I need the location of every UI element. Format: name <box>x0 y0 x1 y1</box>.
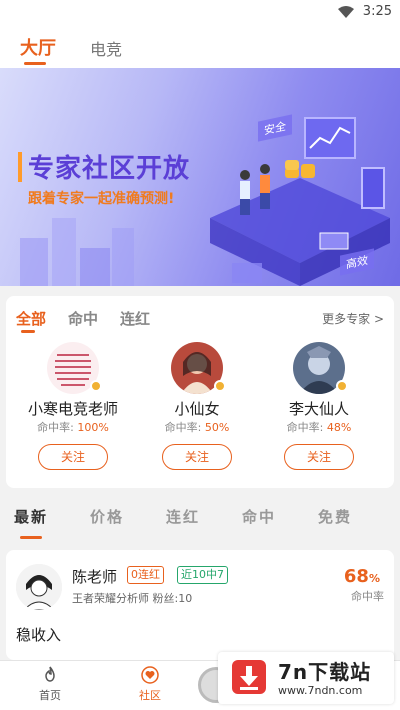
heart-icon <box>141 666 159 684</box>
status-time: 3:25 <box>362 4 392 19</box>
filter-tab-streak[interactable]: 连红 <box>120 308 150 329</box>
promo-banner[interactable]: 专家社区开放 跟着专家一起准确预测! 安全 高效 <box>0 68 400 286</box>
experts-panel: 全部 命中 连红 更多专家 > 小寒电竞老师 命中率: 100% 关注 小仙女 … <box>6 296 394 488</box>
nav-community[interactable]: 社区 <box>120 665 180 703</box>
sort-tab-streak[interactable]: 连红 <box>166 506 200 527</box>
medal-icon <box>336 380 348 392</box>
expert-name: 李大仙人 <box>288 400 349 418</box>
expert-card[interactable]: 李大仙人 命中率: 48% 关注 <box>260 340 378 480</box>
wifi-icon <box>338 6 354 18</box>
filter-tab-hit[interactable]: 命中 <box>68 308 98 329</box>
tab-esports[interactable]: 电竞 <box>90 36 122 60</box>
post-card[interactable]: 陈老师 0连红 近10中7 王者荣耀分析师 粉丝:10 68% 命中率 稳收入 <box>6 550 394 660</box>
watermark-url: www.7ndn.com <box>278 684 363 697</box>
post-title: 稳收入 <box>16 626 62 644</box>
hit-rate-label: 命中率 <box>351 590 384 603</box>
avatar <box>16 564 62 610</box>
tab-active-indicator <box>24 62 46 65</box>
sort-tabs: 最新 价格 连红 命中 免费 <box>0 496 400 539</box>
streak-badge: 0连红 <box>127 566 164 584</box>
author-name: 陈老师 <box>72 568 118 586</box>
nav-home-label: 首页 <box>39 689 61 702</box>
filter-tab-all[interactable]: 全部 <box>16 308 46 329</box>
author-description: 王者荣耀分析师 粉丝:10 <box>72 592 193 605</box>
banner-title-bar <box>18 152 22 182</box>
sort-tab-indicator <box>20 536 42 539</box>
sort-tab-price[interactable]: 价格 <box>90 506 124 527</box>
expert-card[interactable]: 小仙女 命中率: 50% 关注 <box>138 340 256 480</box>
tab-hall[interactable]: 大厅 <box>20 34 56 60</box>
expert-name: 小仙女 <box>174 400 220 418</box>
expert-rate: 命中率: 100% <box>37 421 109 434</box>
medal-icon <box>214 380 226 392</box>
recent-record-badge: 近10中7 <box>177 566 228 584</box>
sort-tab-hit[interactable]: 命中 <box>242 506 276 527</box>
expert-rate: 命中率: 50% <box>164 421 230 434</box>
medal-icon <box>90 380 102 392</box>
download-icon <box>232 660 266 694</box>
expert-card[interactable]: 小寒电竞老师 命中率: 100% 关注 <box>14 340 132 480</box>
banner-subtitle: 跟着专家一起准确预测! <box>28 191 175 207</box>
filter-tab-indicator <box>21 330 35 333</box>
more-experts-link[interactable]: 更多专家 > <box>322 310 384 327</box>
expert-name: 小寒电竞老师 <box>27 400 118 418</box>
follow-button[interactable]: 关注 <box>162 444 232 470</box>
nav-home[interactable]: 首页 <box>20 665 80 703</box>
top-nav: 大厅 电竞 <box>0 26 400 68</box>
banner-title: 专家社区开放 <box>28 154 191 184</box>
expert-rate: 命中率: 48% <box>286 421 352 434</box>
follow-button[interactable]: 关注 <box>38 444 108 470</box>
nav-community-label: 社区 <box>139 689 161 702</box>
watermark-brand: 7n下载站 <box>278 660 372 684</box>
hit-rate-value: 68% <box>343 566 380 587</box>
sort-tab-latest[interactable]: 最新 <box>14 506 48 527</box>
flame-icon <box>45 666 55 682</box>
follow-button[interactable]: 关注 <box>284 444 354 470</box>
sort-tab-free[interactable]: 免费 <box>318 506 352 527</box>
watermark: 7n下载站 www.7ndn.com <box>218 652 394 704</box>
status-bar: 3:25 <box>0 0 400 26</box>
